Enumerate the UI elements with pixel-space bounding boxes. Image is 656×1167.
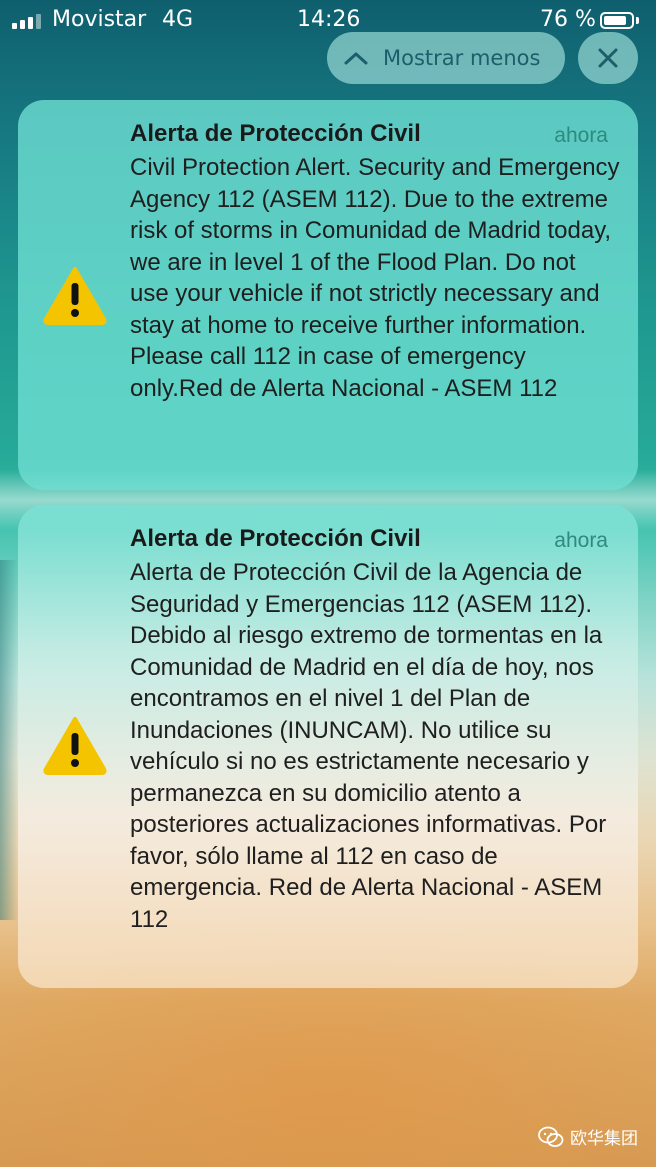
battery-percent: 76 % xyxy=(540,7,596,32)
wechat-icon xyxy=(538,1126,564,1147)
network-type: 4G xyxy=(162,7,194,32)
chevron-up-icon xyxy=(344,52,368,65)
warning-icon xyxy=(43,267,107,325)
notification-time: ahora xyxy=(554,124,608,147)
show-less-button[interactable]: Mostrar menos xyxy=(327,32,565,84)
warning-icon xyxy=(43,717,107,775)
close-icon xyxy=(598,48,618,68)
signal-strength-icon xyxy=(12,14,41,29)
battery-icon xyxy=(600,12,634,29)
watermark-text: 欧华集团 xyxy=(570,1129,638,1149)
battery-tip xyxy=(636,17,639,24)
notification-body: Alerta de Protección Civil de la Agencia… xyxy=(130,559,607,933)
close-button[interactable] xyxy=(578,32,638,84)
status-time: 14:26 xyxy=(297,7,361,32)
notification-card[interactable]: Alerta de Protección Civil ahora Alerta … xyxy=(18,505,638,988)
notification-title: Alerta de Protección Civil xyxy=(130,525,421,552)
background-shade xyxy=(0,560,18,920)
watermark: 欧华集团 xyxy=(538,1124,638,1149)
status-bar: Movistar 4G 14:26 76 % xyxy=(0,0,656,42)
show-less-label: Mostrar menos xyxy=(383,46,541,70)
notification-card[interactable]: Alerta de Protección Civil ahora Civil P… xyxy=(18,100,638,490)
carrier-name: Movistar xyxy=(52,7,147,32)
notification-body: Civil Protection Alert. Security and Eme… xyxy=(130,154,620,402)
notification-title: Alerta de Protección Civil xyxy=(130,120,421,147)
notification-time: ahora xyxy=(554,529,608,552)
